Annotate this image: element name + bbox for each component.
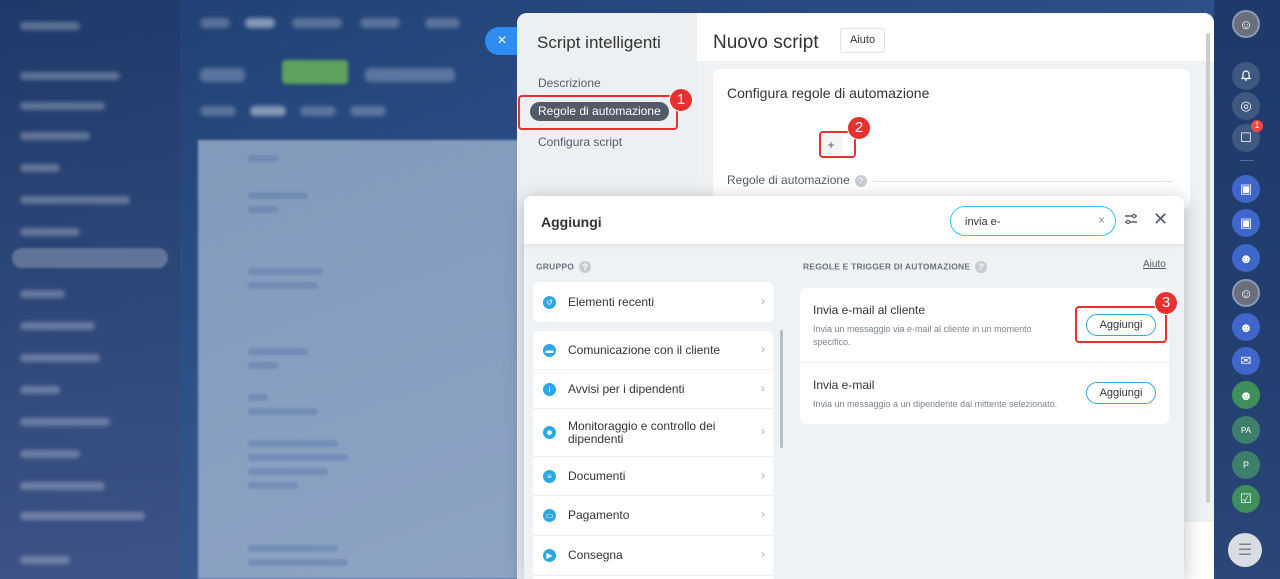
rule-title: Invia e-mail al cliente [813, 303, 926, 317]
popup-body: GRUPPO? REGOLE E TRIGGER DI AUTOMAZIONE?… [524, 244, 1184, 579]
divider [873, 181, 1173, 182]
content-header: Nuovo script Aiuto [697, 13, 1214, 61]
chat-icon: ▬ [543, 344, 556, 357]
group-item-avvisi[interactable]: i Avvisi per i dipendenti › [533, 370, 773, 409]
rule-description: Invia un messaggio a un dipendente dal m… [813, 399, 1058, 409]
chevron-right-icon: › [761, 468, 765, 482]
group-chat-icon[interactable]: ☻ [1232, 244, 1260, 272]
group-item-comunicazione[interactable]: ▬ Comunicazione con il cliente › [533, 331, 773, 370]
callout-2: 2 [847, 116, 871, 140]
app-icon-2[interactable]: ▣ [1232, 209, 1260, 237]
callout-3: 3 [1154, 291, 1178, 315]
group-scrollbar[interactable] [780, 330, 783, 448]
contact-avatar[interactable]: ☺ [1232, 279, 1260, 307]
filter-icon[interactable] [1124, 212, 1138, 226]
search-field[interactable]: × [950, 206, 1116, 236]
chat-notification-icon[interactable]: ☐ 1 [1232, 120, 1263, 152]
info-icon: i [543, 383, 556, 396]
chevron-right-icon: › [761, 547, 765, 561]
group-chat-icon-3[interactable]: ☻ [1232, 381, 1260, 409]
popup-title: Aggiungi [541, 214, 602, 230]
rule-title: Invia e-mail [813, 378, 875, 392]
popup-header: Aggiungi × ✕ [524, 196, 1184, 244]
slider-title: Script intelligenti [537, 33, 661, 52]
rule-invia-email: Invia e-mail Invia un messaggio a un dip… [800, 363, 1169, 424]
wallet-icon: ▭ [543, 509, 556, 522]
chevron-right-icon: › [761, 294, 765, 308]
nav-configura-script[interactable]: Configura script [538, 135, 622, 149]
rule-description: Invia un messaggio via e-mail al cliente… [813, 324, 1032, 347]
background-sidebar [0, 0, 180, 579]
right-toolbar: ☺ ◎ ☐ 1 ▣ ▣ ☻ ☺ ☻ ✉ ☻ PA P ☑ ☰ [1214, 0, 1280, 579]
chevron-right-icon: › [761, 342, 765, 356]
search-input[interactable] [965, 213, 1085, 230]
group-item-monitoraggio[interactable]: ☻ Monitoraggio e controllo dei dipendent… [533, 409, 773, 457]
app-icon-1[interactable]: ▣ [1232, 175, 1260, 203]
truck-icon: ▶ [543, 549, 556, 562]
message-icon[interactable]: ✉ [1232, 347, 1260, 375]
group-item-pagamento[interactable]: ▭ Pagamento › [533, 496, 773, 536]
group-list: ▬ Comunicazione con il cliente › i Avvis… [533, 331, 773, 579]
help-link[interactable]: Aiuto [1143, 259, 1166, 270]
highlight-regole [518, 95, 678, 130]
nav-descrizione[interactable]: Descrizione [538, 76, 601, 90]
contact-p[interactable]: P [1232, 451, 1260, 479]
search-clear-icon[interactable]: × [1098, 213, 1105, 227]
help-icon[interactable]: ? [975, 261, 988, 273]
help-icon[interactable]: ? [854, 174, 867, 187]
add-button-invia-email[interactable]: Aggiungi [1086, 382, 1156, 404]
group-label: GRUPPO? [536, 261, 592, 273]
history-icon: ↺ [543, 296, 556, 309]
rules-label: REGOLE E TRIGGER DI AUTOMAZIONE? [803, 261, 988, 273]
contact-pa[interactable]: PA [1232, 416, 1260, 444]
callout-1: 1 [669, 88, 693, 112]
rules-section-title: Regole di automazione? [727, 173, 867, 187]
slider-close-button[interactable]: × [485, 27, 519, 55]
group-item-documenti[interactable]: ≡ Documenti › [533, 457, 773, 496]
help-icon[interactable]: ? [579, 261, 592, 273]
highlight-aggiungi [1075, 306, 1167, 343]
slider-scrollbar[interactable] [1206, 33, 1210, 503]
user-avatar[interactable]: ☺ [1232, 10, 1260, 38]
page-title: Nuovo script [713, 32, 819, 53]
group-item-recent[interactable]: ↺ Elementi recenti › [533, 282, 773, 322]
automation-card: Configura regole di automazione + Regole… [713, 69, 1190, 209]
chevron-right-icon: › [761, 507, 765, 521]
close-icon[interactable]: ✕ [1153, 209, 1168, 230]
help-button[interactable]: Aiuto [840, 28, 886, 53]
group-item-consegna[interactable]: ▶ Consegna › [533, 536, 773, 576]
target-icon[interactable]: ◎ [1232, 92, 1260, 120]
background-list [198, 140, 528, 579]
bell-icon[interactable] [1232, 62, 1260, 90]
people-icon: ☻ [543, 426, 556, 439]
menu-icon[interactable]: ☰ [1228, 533, 1262, 567]
document-icon: ≡ [543, 470, 556, 483]
chevron-right-icon: › [761, 424, 765, 438]
task-icon[interactable]: ☑ [1232, 485, 1260, 513]
card-title: Configura regole di automazione [727, 85, 930, 101]
chevron-right-icon: › [761, 381, 765, 395]
add-popup: Aggiungi × ✕ GRUPPO? REGOLE E TRIGGER DI… [524, 196, 1184, 579]
notification-badge: 1 [1251, 120, 1263, 132]
group-chat-icon-2[interactable]: ☻ [1232, 313, 1260, 341]
